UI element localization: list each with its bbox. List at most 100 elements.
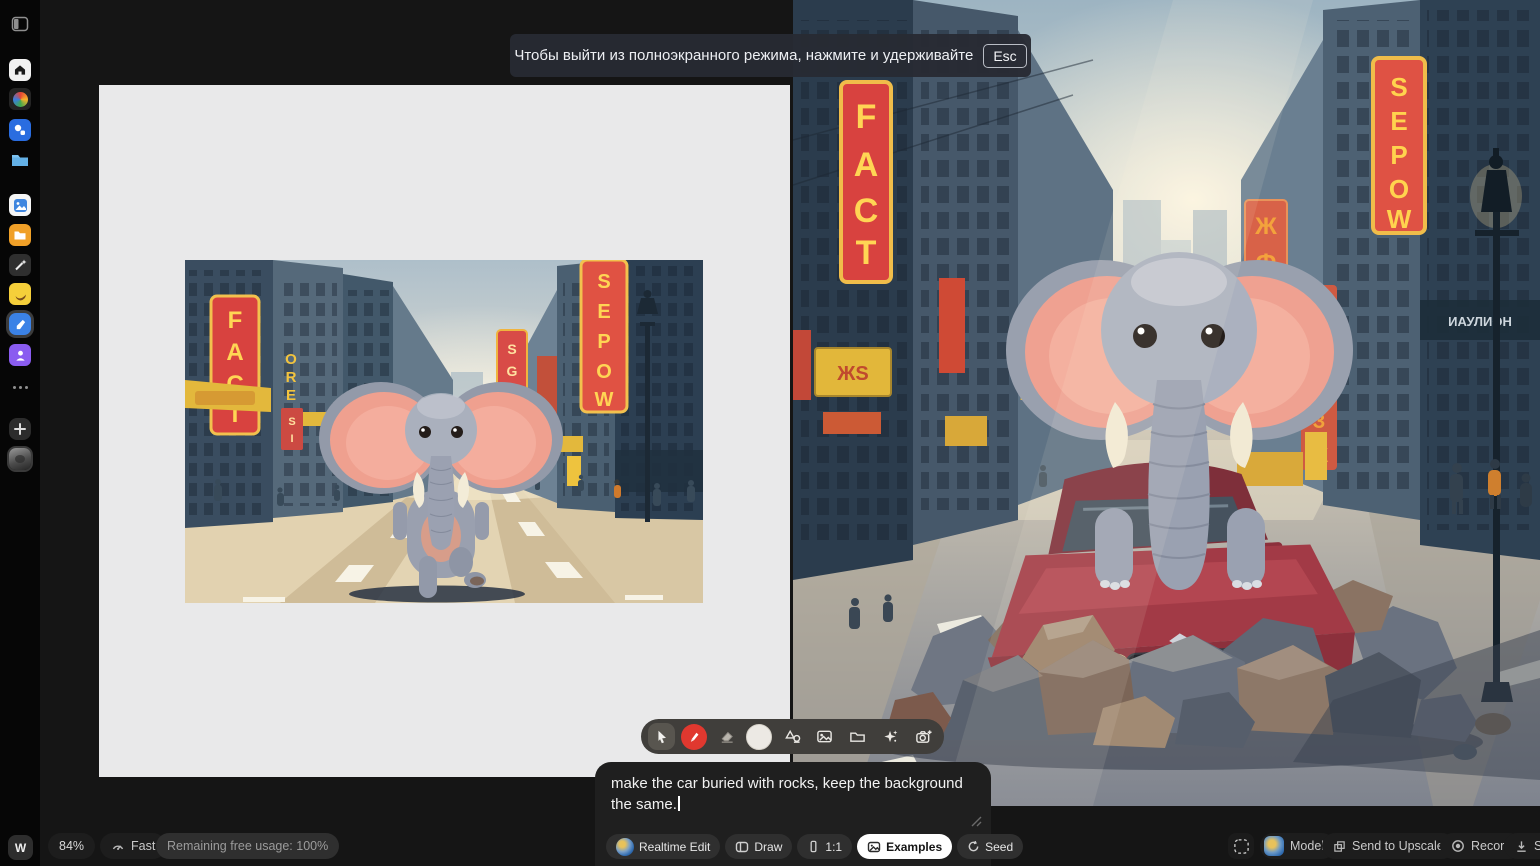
save-label: Save: [1534, 839, 1540, 853]
save-button[interactable]: Save: [1504, 833, 1540, 859]
brush-tool[interactable]: [681, 724, 707, 750]
add-app-button[interactable]: [9, 418, 31, 440]
app-sidebar: W: [0, 0, 40, 866]
examples-label: Examples: [886, 840, 942, 854]
upscale-icon: [1333, 840, 1346, 853]
sidebar-toggle-icon[interactable]: [9, 13, 31, 35]
draw-label: Draw: [754, 840, 782, 854]
svg-text:R: R: [286, 369, 297, 386]
neon-sign-fact: F A C T: [211, 296, 259, 434]
result-image-elephant-car-rocks: F A C T ЖЅ R E D S E P: [793, 0, 1540, 806]
aspect-ratio-label: 1:1: [825, 840, 842, 854]
svg-text:O: O: [285, 351, 297, 368]
svg-text:S: S: [1390, 72, 1407, 102]
workspace-thumbnail[interactable]: [9, 448, 31, 470]
color-swatch: [746, 724, 772, 750]
account-avatar[interactable]: W: [8, 835, 33, 860]
seed-label: Seed: [985, 840, 1013, 854]
prompt-mode-row: Realtime Edit Draw 1:1 Examples Seed: [606, 834, 1023, 859]
magic-wand-icon[interactable]: [9, 254, 31, 276]
realtime-canvas-app: W: [0, 0, 1540, 866]
prompt-text-value: make the car buried with rocks, keep the…: [611, 775, 963, 813]
banana-icon[interactable]: [9, 283, 31, 305]
insert-image-tool[interactable]: [811, 723, 838, 750]
realtime-edit-button[interactable]: Realtime Edit: [606, 834, 720, 859]
svg-text:P: P: [597, 331, 610, 353]
home-icon[interactable]: [9, 59, 31, 81]
aspect-ratio-icon: [807, 840, 820, 853]
svg-text:S: S: [507, 341, 516, 357]
prompt-input[interactable]: make the car buried with rocks, keep the…: [611, 774, 963, 815]
frame-selection-button[interactable]: [1228, 833, 1254, 859]
aspect-ratio-button[interactable]: 1:1: [797, 834, 852, 859]
svg-text:ИАУЛИОН: ИАУЛИОН: [1448, 314, 1512, 329]
color-swatch-tool[interactable]: [746, 723, 773, 750]
svg-text:W: W: [595, 389, 614, 411]
capture-tool[interactable]: [910, 723, 937, 750]
esc-key-badge: Esc: [983, 44, 1026, 68]
color-wheel-icon[interactable]: [9, 88, 31, 110]
workspace-thumbnail-detail: [15, 455, 25, 463]
account-initial: W: [15, 841, 26, 855]
svg-text:A: A: [226, 339, 243, 366]
record-icon: [1451, 839, 1465, 853]
examples-button[interactable]: Examples: [857, 834, 952, 859]
resize-handle-icon[interactable]: [971, 816, 982, 827]
svg-text:A: A: [854, 146, 879, 184]
svg-text:F: F: [856, 98, 877, 136]
svg-text:T: T: [856, 234, 877, 272]
zoom-level-button[interactable]: 84%: [48, 833, 95, 859]
svg-text:E: E: [286, 387, 296, 404]
svg-text:ЖЅ: ЖЅ: [836, 363, 868, 385]
eraser-tool[interactable]: [713, 723, 740, 750]
seed-button[interactable]: Seed: [957, 834, 1023, 859]
gauge-icon: [111, 839, 125, 853]
svg-text:S: S: [288, 416, 295, 428]
dashed-frame-icon: [1233, 838, 1250, 855]
persona-icon[interactable]: [9, 344, 31, 366]
zoom-level-value: 84%: [59, 839, 84, 853]
select-tool[interactable]: [648, 723, 675, 750]
svg-text:F: F: [228, 307, 243, 334]
storefront-sign: ИАУЛИОН: [1420, 300, 1540, 340]
paint-app-icon[interactable]: [9, 313, 31, 335]
neon-sign-sepow-right: S E P O W: [1373, 58, 1425, 234]
download-icon: [1515, 840, 1528, 853]
result-panel: F A C T ЖЅ R E D S E P: [793, 0, 1540, 806]
examples-icon: [867, 840, 881, 854]
model-thumbnail-icon: [1264, 836, 1284, 856]
neon-sign-fact-right-scene: F A C T: [841, 82, 891, 282]
enhance-sparkles-tool[interactable]: [877, 723, 904, 750]
seed-refresh-icon: [967, 840, 980, 853]
svg-text:G: G: [507, 363, 518, 379]
source-image-elephant-street: F A C T O R E S I S E P: [185, 260, 703, 603]
svg-text:E: E: [1390, 106, 1407, 136]
more-apps-icon[interactable]: [9, 376, 31, 398]
neon-sign-sepow: S E P O W: [581, 260, 627, 412]
toast-message: Чтобы выйти из полноэкранного режима, на…: [514, 47, 973, 64]
text-caret: [678, 796, 680, 811]
canvas-app-icon[interactable]: [9, 119, 31, 141]
draw-button[interactable]: Draw: [725, 834, 792, 859]
svg-text:I: I: [290, 433, 293, 445]
realtime-edit-label: Realtime Edit: [639, 840, 710, 854]
fullscreen-exit-toast: Чтобы выйти из полноэкранного режима, на…: [510, 34, 1031, 77]
drawing-canvas[interactable]: F A C T O R E S I S E P: [99, 85, 790, 777]
draw-icon: [735, 840, 749, 854]
model-label: Model: [1290, 839, 1324, 853]
svg-text:O: O: [596, 361, 612, 383]
svg-text:E: E: [597, 301, 610, 323]
orange-folder-icon[interactable]: [9, 224, 31, 246]
speed-mode-label: Fast: [131, 839, 155, 853]
usage-indicator: Remaining free usage: 100%: [156, 833, 339, 859]
svg-text:P: P: [1390, 140, 1407, 170]
send-to-upscale-button[interactable]: Send to Upscale: [1322, 833, 1455, 859]
send-to-upscale-label: Send to Upscale: [1352, 839, 1444, 853]
canvas-toolbar: [641, 719, 944, 754]
folder-tool[interactable]: [844, 723, 871, 750]
realtime-edit-thumbnail-icon: [616, 838, 634, 856]
shapes-tool[interactable]: [779, 723, 806, 750]
blue-folder-icon[interactable]: [9, 149, 31, 171]
prompt-box: make the car buried with rocks, keep the…: [595, 762, 991, 866]
gallery-icon[interactable]: [9, 194, 31, 216]
